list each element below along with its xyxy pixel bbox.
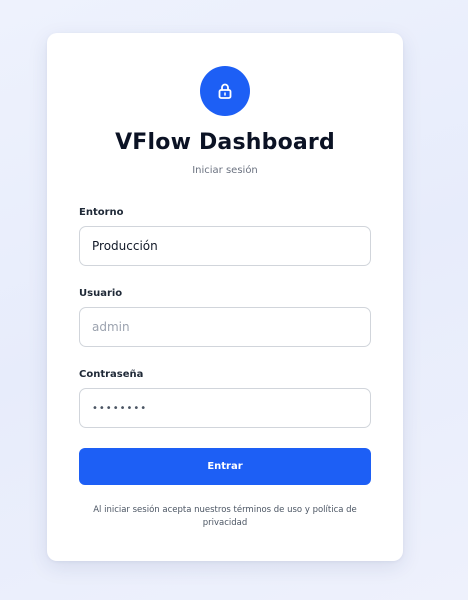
password-label: Contraseña <box>79 369 144 380</box>
lock-badge <box>200 66 250 116</box>
login-card: VFlow Dashboard Iniciar sesión Entorno U… <box>47 33 403 561</box>
password-input[interactable] <box>79 388 371 428</box>
lock-icon <box>218 83 232 99</box>
username-label: Usuario <box>79 288 123 299</box>
environment-label: Entorno <box>79 207 124 218</box>
page-title: VFlow Dashboard <box>115 130 335 155</box>
legal-notice: Al iniciar sesión acepta nuestros términ… <box>93 505 357 528</box>
page-subtitle: Iniciar sesión <box>192 165 258 176</box>
username-input[interactable] <box>79 307 371 347</box>
submit-button[interactable]: Entrar <box>79 448 371 485</box>
environment-input[interactable] <box>79 226 371 266</box>
